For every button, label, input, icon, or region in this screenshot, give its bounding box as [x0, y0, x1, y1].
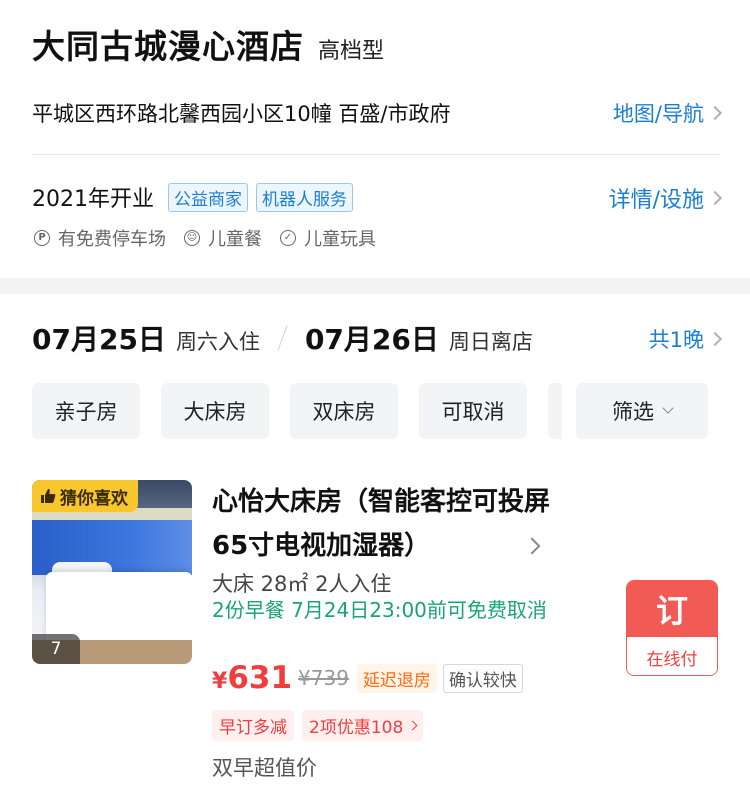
book-label: 订 — [627, 581, 717, 637]
chevron-right-icon — [407, 720, 418, 731]
hotel-title-row: 大同古城漫心酒店 高档型 — [32, 20, 384, 68]
filter-chip-overflow[interactable] — [548, 383, 562, 439]
checkin-date: 07月25日 — [32, 323, 166, 356]
checkout-date: 07月26日 — [304, 323, 439, 356]
filter-chip-twin-bed[interactable]: 双床房 — [290, 383, 398, 439]
map-navigation-link[interactable]: 地图/导航 — [612, 98, 723, 128]
kids-meal-icon: ☺ — [184, 230, 200, 246]
date-selector[interactable]: 07月25日 周六入住 07月26日 周日离店 共1晚 — [32, 318, 723, 358]
photo-count: 7 — [32, 634, 80, 664]
parking-icon: P — [34, 230, 50, 246]
room-title[interactable]: 心怡大床房（智能客控可投屏65寸电视加湿器） — [212, 480, 562, 568]
amenity-parking: P 有免费停车场 — [34, 225, 166, 251]
filter-chip-row: 亲子房 大床房 双床房 可取消 筛选 — [32, 383, 720, 439]
filter-chip-king-bed[interactable]: 大床房 — [161, 383, 269, 439]
filter-label: 筛选 — [612, 400, 654, 424]
room-note: 双早超值价 — [212, 756, 317, 780]
tag-late-checkout: 延迟退房 — [356, 663, 437, 693]
photo-bed — [46, 572, 192, 642]
filter-button[interactable]: 筛选 — [576, 383, 708, 439]
divider — [32, 154, 720, 155]
tag-fast-confirm: 确认较快 — [442, 663, 523, 693]
promo-early-booking: 早订多减 — [212, 710, 294, 741]
price-row: ¥ 631 ¥739 延迟退房 确认较快 — [212, 658, 523, 698]
section-divider-band — [0, 278, 750, 294]
amenity-kids-meal: ☺ 儿童餐 — [184, 225, 262, 251]
promo-row: 早订多减 2项优惠108 — [212, 710, 431, 741]
filter-chip-family-room[interactable]: 亲子房 — [32, 383, 140, 439]
recommend-badge: 猜你喜欢 — [32, 480, 138, 512]
hotel-info-card: 大同古城漫心酒店 高档型 平城区西环路北馨西园小区10幢 百盛/市政府 地图/导… — [0, 0, 750, 278]
details-facilities-label: 详情/设施 — [608, 188, 704, 213]
promo-label: 早订多减 — [219, 718, 287, 738]
chevron-right-icon — [707, 190, 723, 206]
chevron-right-icon — [707, 331, 723, 347]
checkin-label: 周六入住 — [175, 330, 260, 354]
filter-chip-cancellable[interactable]: 可取消 — [419, 383, 527, 439]
amenity-label: 儿童餐 — [208, 229, 262, 250]
price-currency: ¥ — [212, 668, 228, 694]
room-spec: 大床 28㎡ 2人入住 — [212, 572, 392, 596]
price-current: 631 — [227, 660, 293, 696]
price-original: ¥739 — [298, 666, 349, 690]
details-facilities-link[interactable]: 详情/设施 — [608, 182, 723, 214]
checkout-label: 周日离店 — [448, 330, 533, 354]
check-circle-icon: ✓ — [280, 230, 296, 246]
nights-label: 共1晚 — [648, 328, 704, 352]
map-navigation-label: 地图/导航 — [612, 102, 704, 126]
chevron-right-icon — [707, 105, 723, 121]
promo-discount-details[interactable]: 2项优惠108 — [302, 710, 424, 741]
room-card[interactable]: 猜你喜欢 7 心怡大床房（智能客控可投屏65寸电视加湿器） 大床 28㎡ 2人入… — [0, 462, 750, 788]
chevron-down-icon — [662, 402, 674, 414]
amenity-label: 有免费停车场 — [58, 229, 166, 250]
amenity-row: P 有免费停车场 ☺ 儿童餐 ✓ 儿童玩具 — [34, 225, 394, 251]
promo-label: 2项优惠108 — [309, 718, 404, 738]
nights-count[interactable]: 共1晚 — [648, 324, 723, 354]
hotel-address: 平城区西环路北馨西园小区10幢 百盛/市政府 — [32, 102, 451, 126]
hotel-name: 大同古城漫心酒店 — [32, 27, 304, 66]
tag-robot-service: 机器人服务 — [256, 182, 353, 212]
amenity-label: 儿童玩具 — [304, 229, 376, 250]
amenity-kids-toys: ✓ 儿童玩具 — [280, 225, 376, 251]
room-photo[interactable]: 猜你喜欢 7 — [32, 480, 192, 664]
hotel-type: 高档型 — [318, 39, 385, 64]
book-payment-label: 在线付 — [627, 637, 717, 675]
opened-year: 2021年开业 — [32, 187, 154, 212]
address-row: 平城区西环路北馨西园小区10幢 百盛/市政府 地图/导航 — [32, 98, 723, 128]
date-separator — [277, 325, 288, 351]
opened-row: 2021年开业 公益商家 机器人服务 详情/设施 — [32, 180, 723, 214]
recommend-badge-label: 猜你喜欢 — [60, 488, 128, 509]
room-policy: 2份早餐 7月24日23:00前可免费取消 — [212, 598, 547, 622]
tag-charity-merchant: 公益商家 — [168, 182, 248, 212]
thumbs-up-icon — [41, 489, 56, 503]
book-button[interactable]: 订 在线付 — [626, 580, 718, 676]
